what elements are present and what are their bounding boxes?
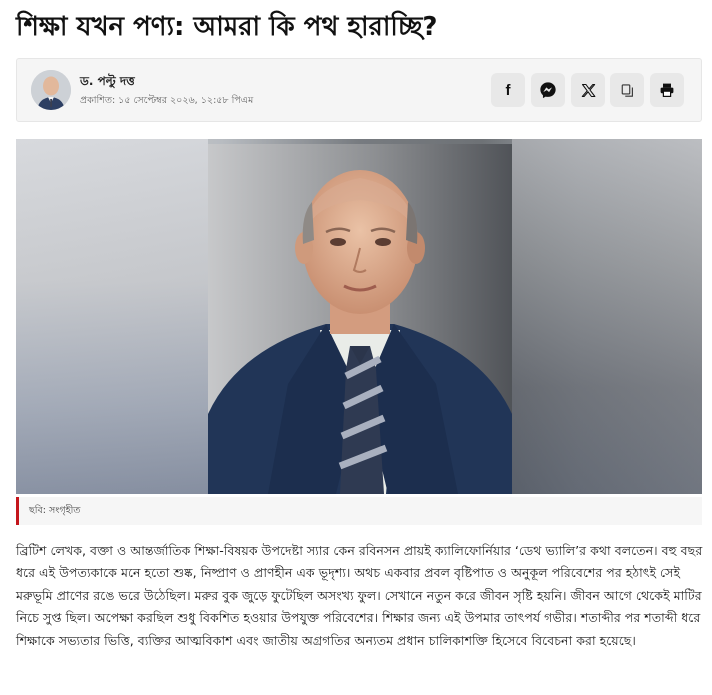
- facebook-share-button[interactable]: f: [491, 73, 525, 107]
- copy-icon: [621, 83, 633, 97]
- photo-caption: ছবি: সংগৃহীত: [16, 497, 702, 525]
- photo-blur-left: [16, 139, 208, 494]
- print-button[interactable]: [650, 73, 684, 107]
- author-name[interactable]: ড. পল্টু দত্ত: [80, 73, 135, 93]
- print-icon: [660, 83, 674, 97]
- article-photo: [16, 139, 702, 494]
- author-avatar[interactable]: [31, 70, 71, 110]
- copy-link-button[interactable]: [610, 73, 644, 107]
- messenger-icon: [540, 82, 556, 99]
- messenger-share-button[interactable]: [531, 73, 565, 107]
- photo-blur-right: [512, 139, 702, 494]
- article-body: ব্রিটিশ লেখক, বক্তা ও আন্তর্জাতিক শিক্ষা…: [16, 543, 703, 648]
- x-share-button[interactable]: [571, 73, 605, 107]
- byline-bar: ড. পল্টু দত্ত প্রকাশিত: ১৫ সেপ্টেম্বর ২০…: [16, 58, 702, 122]
- portrait-photo: [208, 144, 512, 494]
- publish-date: প্রকাশিত: ১৫ সেপ্টেম্বর ২০২৬, ১২:৫৮ পিএম: [80, 95, 254, 106]
- x-icon: [581, 83, 595, 97]
- article-page: শিক্ষা যখন পণ্য: আমরা কি পথ হারাচ্ছি? ড.…: [0, 0, 712, 695]
- headline: শিক্ষা যখন পণ্য: আমরা কি পথ হারাচ্ছি?: [16, 12, 438, 42]
- facebook-icon: f: [505, 81, 511, 99]
